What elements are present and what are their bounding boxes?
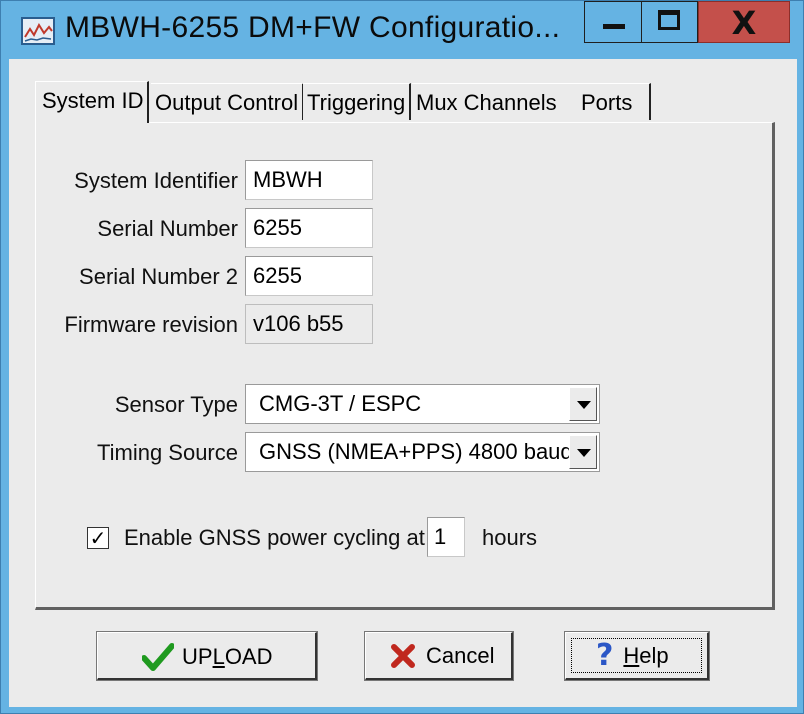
- dialog-client-area: System ID Output Control Triggering Mux …: [9, 59, 797, 707]
- gnss-power-cycling-label: Enable GNSS power cycling at: [124, 525, 425, 550]
- sensor-type-dropdown[interactable]: CMG-3T / ESPC: [245, 384, 600, 424]
- chevron-down-icon[interactable]: [569, 435, 597, 469]
- gnss-power-cycling-checkbox[interactable]: ✓: [87, 527, 109, 549]
- title-bar[interactable]: MBWH-6255 DM+FW Configuratio... X: [1, 1, 803, 59]
- system-id-panel: System Identifier MBWH Serial Number 625…: [35, 122, 775, 610]
- x-icon: [391, 644, 415, 668]
- serial-number-label: Serial Number: [97, 216, 238, 241]
- timing-source-dropdown[interactable]: GNSS (NMEA+PPS) 4800 baud: [245, 432, 600, 472]
- system-identifier-label: System Identifier: [74, 168, 238, 193]
- firmware-revision-value: v106 b55: [245, 304, 373, 344]
- sensor-type-value: CMG-3T / ESPC: [259, 391, 422, 416]
- tab-system-id[interactable]: System ID: [35, 81, 150, 123]
- close-icon: X: [731, 4, 757, 42]
- config-window: MBWH-6255 DM+FW Configuratio... X System…: [0, 0, 804, 714]
- chevron-down-icon[interactable]: [569, 387, 597, 421]
- serial-number-input[interactable]: 6255: [245, 208, 373, 248]
- sensor-type-label: Sensor Type: [114, 392, 238, 417]
- tab-output-control[interactable]: Output Control: [151, 83, 305, 120]
- upload-button[interactable]: UPLOAD: [96, 631, 318, 681]
- minimize-button[interactable]: [584, 1, 642, 43]
- tab-ports[interactable]: Ports: [561, 83, 651, 120]
- tab-triggering[interactable]: Triggering: [303, 83, 412, 120]
- window-title: MBWH-6255 DM+FW Configuratio...: [65, 11, 561, 44]
- close-button[interactable]: X: [698, 1, 790, 43]
- system-identifier-input[interactable]: MBWH: [245, 160, 373, 200]
- firmware-revision-label: Firmware revision: [64, 312, 238, 337]
- serial-number-2-input[interactable]: 6255: [245, 256, 373, 296]
- gnss-hours-unit: hours: [482, 525, 538, 550]
- serial-number-2-label: Serial Number 2: [79, 264, 238, 289]
- app-config-icon: [21, 17, 55, 45]
- checkmark-icon: [142, 643, 174, 671]
- gnss-hours-input[interactable]: 1: [427, 517, 465, 557]
- help-button[interactable]: ? Help: [564, 631, 710, 681]
- tab-mux-channels[interactable]: Mux Channels: [412, 83, 563, 120]
- timing-source-value: GNSS (NMEA+PPS) 4800 baud: [259, 439, 573, 464]
- timing-source-label: Timing Source: [96, 440, 238, 465]
- minimize-icon: [603, 24, 625, 29]
- maximize-icon: [658, 10, 680, 30]
- cancel-button[interactable]: Cancel: [364, 631, 514, 681]
- cancel-label: Cancel: [426, 643, 495, 668]
- upload-label: UPLOAD: [182, 644, 273, 669]
- maximize-button[interactable]: [642, 1, 698, 43]
- help-label: Help: [623, 643, 669, 668]
- question-icon: ?: [596, 638, 614, 673]
